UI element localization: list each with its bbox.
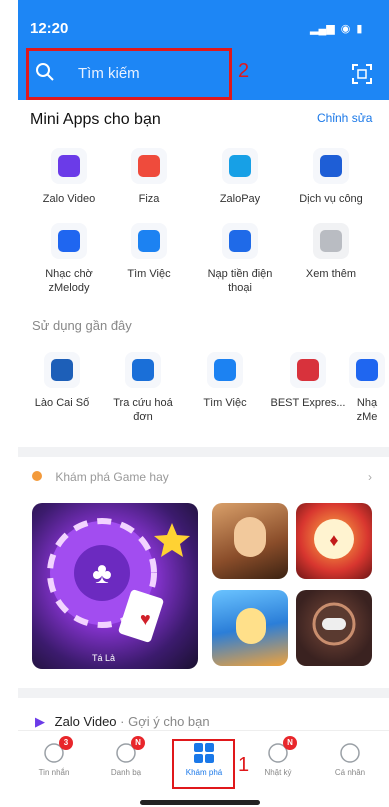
recent-app-item[interactable]: Tìm Việc: [185, 352, 265, 410]
mini-app-label: Nạp tiền điện thoại: [207, 268, 273, 294]
poker-chip-icon: ♣ ♥: [47, 518, 190, 643]
mini-app-label: Dịch vụ công: [299, 193, 363, 205]
svg-text:♥: ♥: [140, 609, 151, 629]
recent-app-label: Nhạ zMe: [356, 397, 378, 423]
svg-text:♦: ♦: [329, 530, 338, 550]
nav-label: Nhật ký: [264, 768, 292, 777]
play-icon: [51, 148, 87, 184]
mini-app-item[interactable]: Nhạc chờ zMelody: [24, 223, 114, 295]
recent-app-item[interactable]: Tra cứu hoá đơn: [103, 352, 183, 424]
music-icon: [349, 352, 385, 388]
section-divider: [18, 447, 389, 457]
clock-icon: N: [267, 736, 297, 764]
zalo-video-row[interactable]: ▶ Zalo Video · Gợi ý cho bạn: [35, 714, 210, 730]
game-character-art: [234, 517, 266, 557]
mini-app-label: ZaloPay: [219, 193, 261, 205]
notification-badge: N: [283, 736, 297, 750]
recent-app-label: Tra cứu hoá đơn: [113, 397, 173, 423]
lao-cai-icon: [44, 352, 80, 388]
mini-apps-title: Mini Apps cho bạn: [30, 111, 161, 128]
recent-app-label: Lào Cai Số: [34, 397, 90, 409]
dice-art-icon: ♦: [314, 519, 354, 559]
nav-item[interactable]: 3 Tin nhắn: [24, 736, 84, 777]
best-express-icon: [290, 352, 326, 388]
nav-item[interactable]: N Danh bạ: [96, 736, 156, 777]
recent-app-item[interactable]: BEST Expres...: [268, 352, 348, 410]
game-card[interactable]: ♦: [296, 503, 372, 579]
play-icon: ▶: [35, 714, 45, 729]
chat-icon: 3: [43, 736, 73, 764]
game-section-header[interactable]: Khám phá Game hay ›: [32, 470, 372, 490]
mini-app-label: Fiza: [138, 193, 160, 205]
wallet-icon: [222, 148, 258, 184]
building-icon: [313, 148, 349, 184]
gamepad-icon: [312, 602, 356, 646]
mini-app-label: Nhạc chờ zMelody: [45, 268, 93, 294]
nav-item[interactable]: Cá nhân: [320, 742, 380, 777]
status-icons: ▂▄▆ ◉ ▮: [310, 22, 362, 35]
more-grid-icon: [313, 223, 349, 259]
mini-app-item[interactable]: Zalo Video: [24, 148, 114, 206]
game-character-art: [236, 608, 266, 644]
mini-app-label: Xem thêm: [305, 268, 357, 280]
mini-app-item[interactable]: Dịch vụ công: [286, 148, 376, 206]
game-card[interactable]: [296, 590, 372, 666]
game-card-featured[interactable]: ♣ ♥ Tá Lả: [32, 503, 198, 669]
mini-app-item[interactable]: Tìm Việc: [104, 223, 194, 281]
vnpt-icon: [125, 352, 161, 388]
wifi-icon: ◉: [340, 23, 351, 35]
nav-item[interactable]: N Nhật ký: [248, 736, 308, 777]
qr-scan-icon[interactable]: [352, 64, 372, 84]
mini-app-label: Zalo Video: [42, 193, 96, 205]
nav-label: Danh bạ: [110, 768, 142, 777]
mini-app-item[interactable]: Fiza: [104, 148, 194, 206]
recent-app-label: Tìm Việc: [203, 397, 247, 409]
music-icon: [51, 223, 87, 259]
annotation-label-2: 2: [238, 60, 250, 82]
phone-icon: [222, 223, 258, 259]
recent-app-item[interactable]: Nhạ zMe: [345, 352, 389, 424]
video-subtitle: · Gợi ý cho bạn: [120, 714, 210, 729]
grid-icon: [131, 148, 167, 184]
signal-icon: ▂▄▆: [310, 23, 335, 35]
game-header-label: Khám phá Game hay: [55, 470, 169, 484]
nav-label: Cá nhân: [334, 768, 366, 777]
notification-badge: 3: [59, 736, 73, 750]
active-nav-highlight: [172, 739, 235, 789]
svg-text:♣: ♣: [92, 557, 112, 590]
recent-app-label: BEST Expres...: [270, 397, 346, 409]
user-icon: [339, 742, 361, 764]
mini-app-item[interactable]: Nạp tiền điện thoại: [195, 223, 285, 295]
game-label: Tá Lả: [92, 653, 116, 663]
edit-link[interactable]: Chỉnh sửa: [317, 111, 372, 125]
game-header-icon: [32, 471, 42, 481]
notification-badge: N: [131, 736, 145, 750]
home-indicator: [140, 800, 260, 805]
search-icon: [36, 63, 54, 81]
recent-app-item[interactable]: Lào Cai Số: [22, 352, 102, 410]
video-title: Zalo Video: [54, 714, 117, 729]
section-divider: [18, 688, 389, 698]
chevron-right-icon: ›: [368, 470, 372, 484]
mini-app-label: Tìm Việc: [127, 268, 171, 280]
nav-label: Tin nhắn: [38, 768, 70, 777]
annotation-label-1: 1: [238, 754, 250, 776]
search-placeholder[interactable]: Tìm kiếm: [78, 65, 140, 82]
battery-icon: ▮: [356, 23, 363, 35]
contacts-icon: N: [115, 736, 145, 764]
game-card[interactable]: [212, 590, 288, 666]
mini-app-item[interactable]: ZaloPay: [195, 148, 285, 206]
mini-app-item[interactable]: Xem thêm: [286, 223, 376, 281]
recent-title: Sử dụng gần đây: [32, 318, 132, 333]
game-card[interactable]: [212, 503, 288, 579]
briefcase-icon: [131, 223, 167, 259]
status-time: 12:20: [30, 20, 69, 37]
briefcase-icon: [207, 352, 243, 388]
